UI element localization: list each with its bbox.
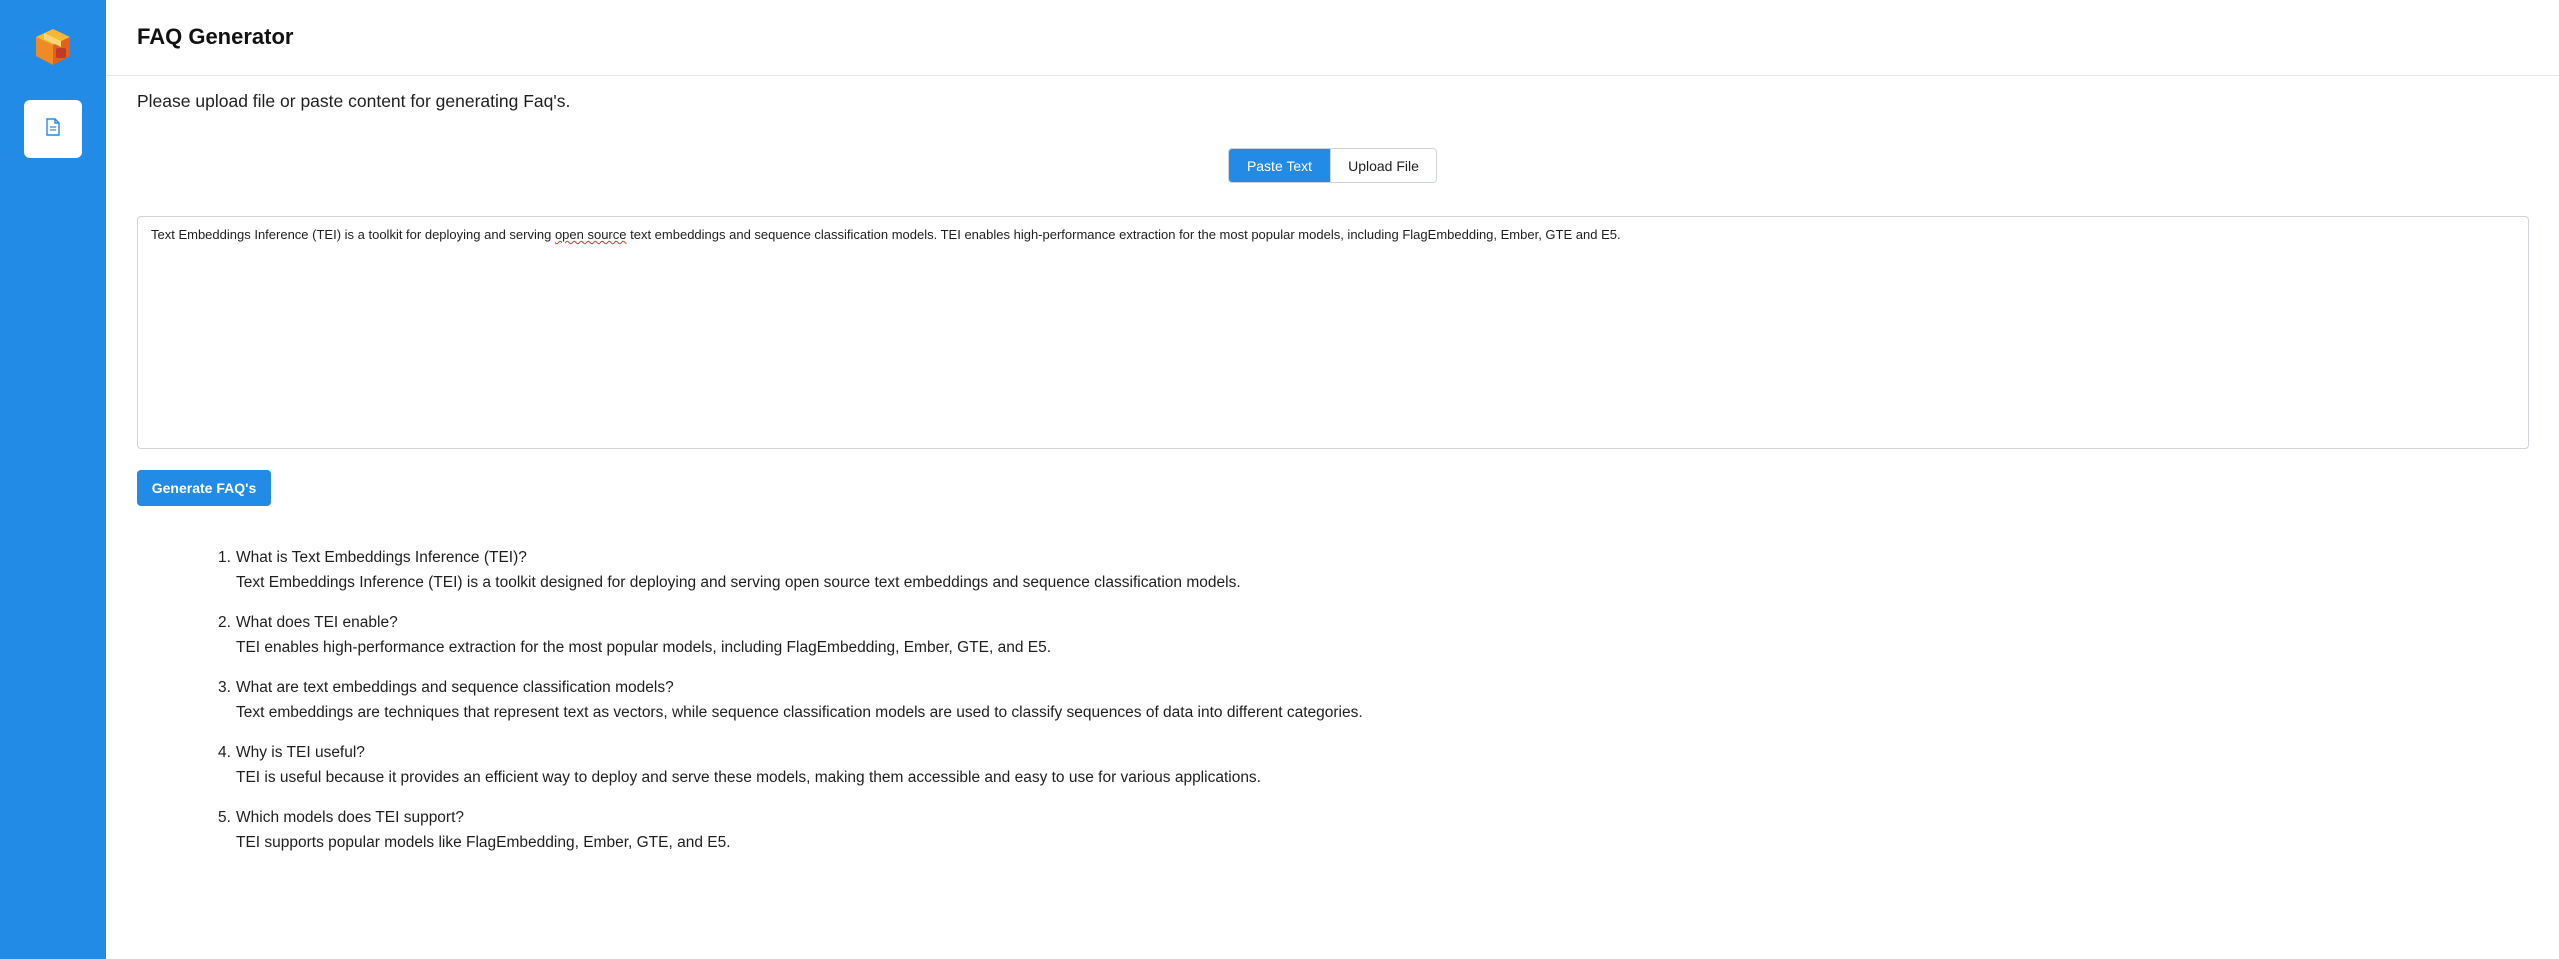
- faq-list: 1. What is Text Embeddings Inference (TE…: [216, 545, 2416, 870]
- faq-answer: Text Embeddings Inference (TEI) is a too…: [236, 574, 1241, 591]
- misspelled-word: open source: [554, 227, 627, 242]
- faq-question: What is Text Embeddings Inference (TEI)?: [236, 549, 527, 566]
- faq-answer: Text embeddings are techniques that repr…: [236, 704, 1363, 721]
- faq-question: Which models does TEI support?: [236, 809, 465, 826]
- faq-question: What does TEI enable?: [236, 614, 398, 631]
- generate-faqs-button[interactable]: Generate FAQ's: [137, 470, 271, 506]
- app-header: FAQ Generator: [106, 0, 2559, 76]
- faq-number: 5.: [218, 809, 231, 826]
- list-item: 3. What are text embeddings and sequence…: [216, 675, 2416, 725]
- document-icon: [45, 117, 61, 141]
- textarea-content: Text Embeddings Inference (TEI) is a too…: [151, 227, 1621, 242]
- list-item: 2. What does TEI enable? TEI enables hig…: [216, 610, 2416, 660]
- faq-question: Why is TEI useful?: [236, 744, 365, 761]
- content-textarea[interactable]: Text Embeddings Inference (TEI) is a too…: [137, 216, 2529, 449]
- faq-question: What are text embeddings and sequence cl…: [236, 679, 674, 696]
- box-logo-icon[interactable]: [32, 26, 74, 68]
- sidebar-item-faq-generator[interactable]: [24, 100, 82, 158]
- faq-number: 2.: [218, 614, 231, 631]
- list-item: 1. What is Text Embeddings Inference (TE…: [216, 545, 2416, 595]
- faq-answer: TEI supports popular models like FlagEmb…: [236, 834, 731, 851]
- page-title: FAQ Generator: [137, 24, 294, 49]
- tab-paste-text[interactable]: Paste Text: [1229, 149, 1330, 182]
- list-item: 5. Which models does TEI support? TEI su…: [216, 805, 2416, 855]
- faq-number: 1.: [218, 549, 231, 566]
- input-mode-toggle: Paste Text Upload File: [1228, 148, 1437, 183]
- faq-number: 4.: [218, 744, 231, 761]
- faq-number: 3.: [218, 679, 231, 696]
- faq-answer: TEI enables high-performance extraction …: [236, 639, 1052, 656]
- instructions-text: Please upload file or paste content for …: [137, 91, 571, 111]
- tab-upload-file[interactable]: Upload File: [1330, 149, 1436, 182]
- faq-answer: TEI is useful because it provides an eff…: [236, 769, 1261, 786]
- list-item: 4. Why is TEI useful? TEI is useful beca…: [216, 740, 2416, 790]
- sidebar: [0, 0, 106, 959]
